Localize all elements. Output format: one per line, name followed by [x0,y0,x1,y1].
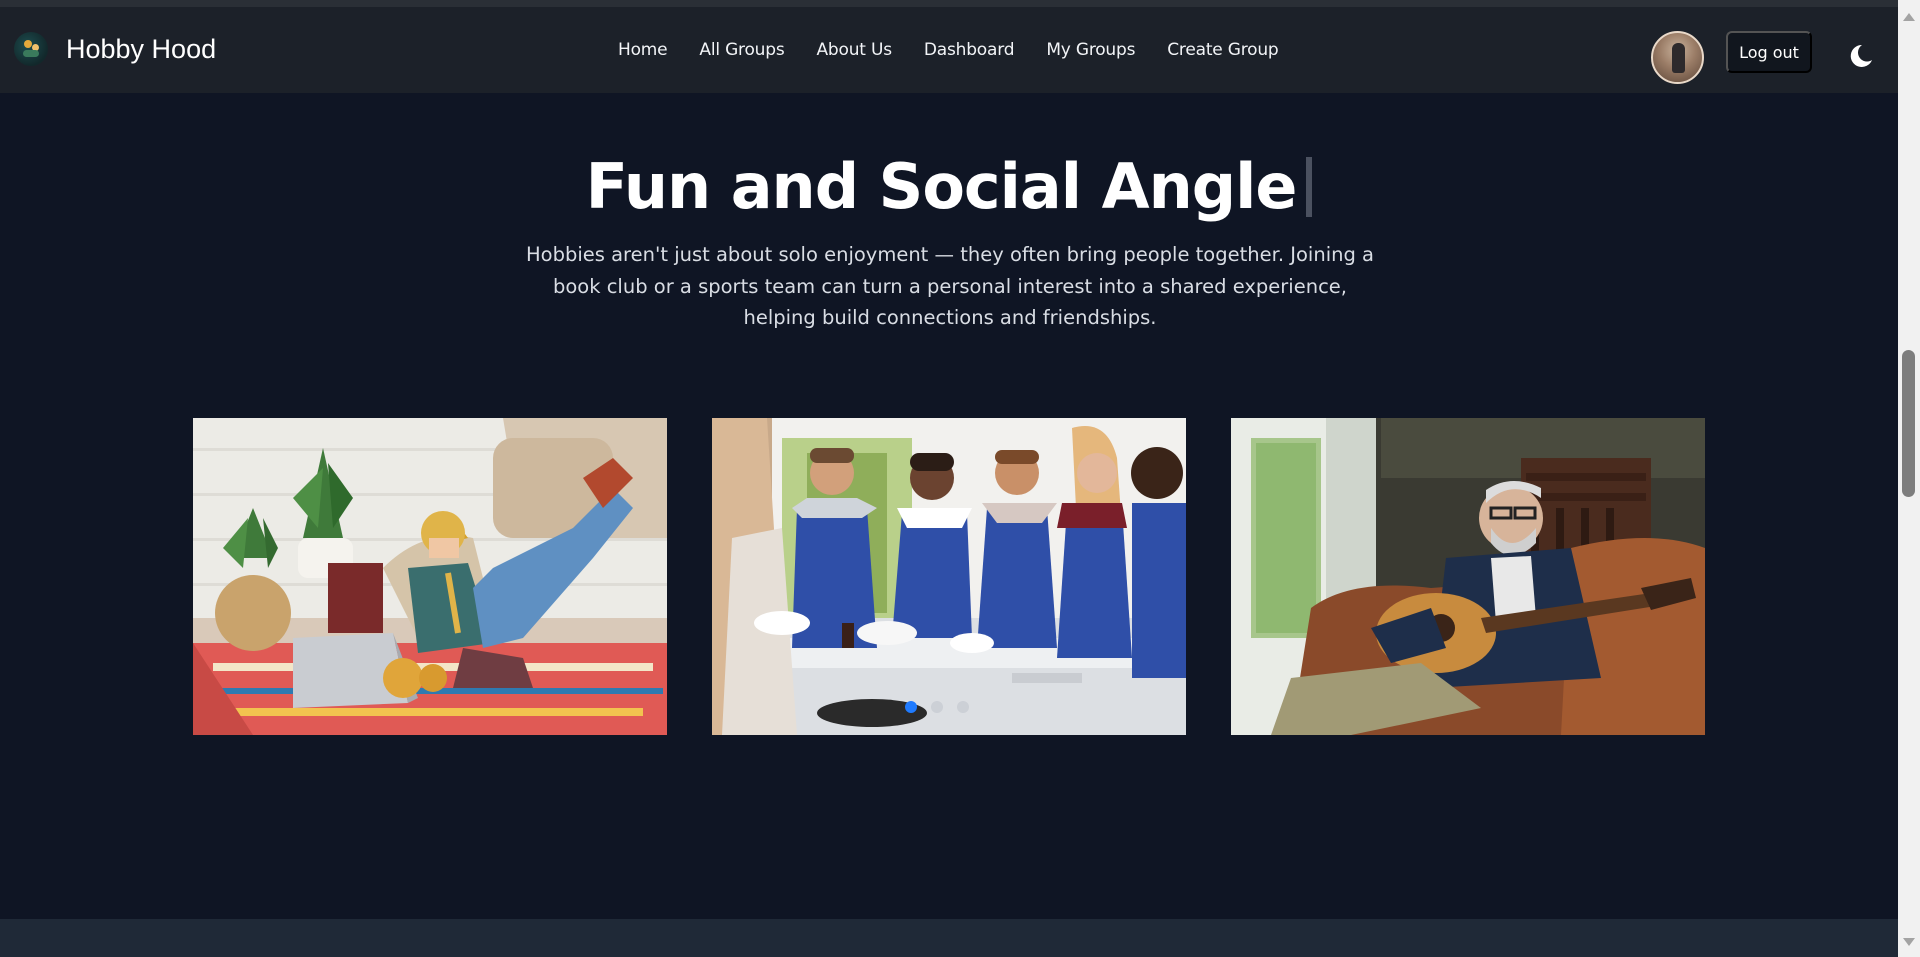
carousel-dots [905,701,969,713]
logo-icon [14,32,48,66]
hero-title: Fun and Social Angle [0,150,1898,223]
logout-button[interactable]: Log out [1726,31,1812,73]
carousel-dot-1[interactable] [905,701,917,713]
nav-link-dashboard[interactable]: Dashboard [924,40,1015,60]
nav-link-home[interactable]: Home [618,40,668,60]
carousel-dot-3[interactable] [957,701,969,713]
moon-icon[interactable] [1845,41,1875,71]
brand-name: Hobby Hood [66,33,217,64]
scrollbar-thumb[interactable] [1902,350,1915,497]
nav-link-my-groups[interactable]: My Groups [1046,40,1135,60]
hero-description: Hobbies aren't just about solo enjoyment… [525,243,1374,329]
nav-link-create-group[interactable]: Create Group [1167,40,1278,60]
nav-links: Home All Groups About Us Dashboard My Gr… [618,40,1279,60]
user-avatar[interactable] [1651,31,1704,84]
hobby-image-guitar [1231,418,1705,735]
scrollbar[interactable] [1898,0,1920,957]
hobby-image-cooking-class [712,418,1186,735]
footer-edge [0,919,1898,957]
typing-cursor [1306,156,1313,217]
hobby-image-knitting [193,418,667,735]
window-top-border [0,0,1898,7]
navbar: Hobby Hood Home All Groups About Us Dash… [0,7,1898,93]
scroll-up-arrow-icon[interactable] [1903,13,1915,21]
brand[interactable]: Hobby Hood [14,32,216,66]
nav-link-all-groups[interactable]: All Groups [699,40,784,60]
scroll-down-arrow-icon[interactable] [1903,938,1915,946]
nav-link-about-us[interactable]: About Us [817,40,893,60]
carousel-dot-2[interactable] [931,701,943,713]
hero-title-text: Fun and Social Angle [585,150,1298,223]
